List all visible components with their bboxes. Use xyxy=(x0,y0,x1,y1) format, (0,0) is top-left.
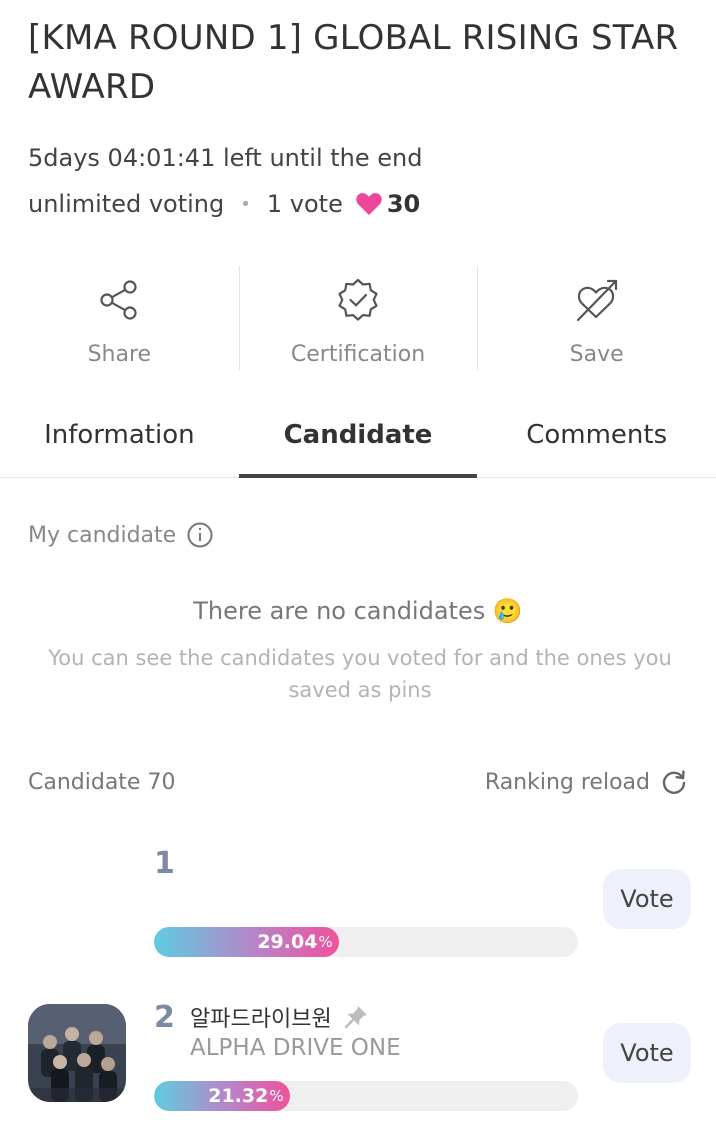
ranking-reload-label: Ranking reload xyxy=(484,769,650,795)
candidate-name-korean-row: 알파드라이브원 xyxy=(190,1001,370,1033)
candidate-name-korean: 알파드라이브원 xyxy=(190,1007,332,1032)
time-left: 5days 04:01:41 left until the end xyxy=(28,144,423,172)
my-candidate-header: My candidate xyxy=(28,521,214,549)
separator-dot: • xyxy=(240,193,251,215)
event-title: [KMA ROUND 1] GLOBAL RISING STAR AWARD xyxy=(28,18,679,107)
candidate-rank: 2 xyxy=(154,1000,175,1035)
candidate-avatar[interactable] xyxy=(28,1004,126,1102)
empty-state-description: You can see the candidates you voted for… xyxy=(48,646,672,702)
candidate-name-english: ALPHA DRIVE ONE xyxy=(190,1035,401,1061)
share-label: Share xyxy=(87,342,152,367)
percent-sign: % xyxy=(269,1087,284,1105)
percent-sign: % xyxy=(318,933,333,951)
action-bar: Share Certification Save xyxy=(0,266,716,372)
vote-progress-fill: 21.32% xyxy=(154,1081,290,1111)
vote-percent: 21.32 xyxy=(208,1085,269,1107)
vote-button[interactable]: Vote xyxy=(603,869,691,929)
vote-button[interactable]: Vote xyxy=(603,1023,691,1083)
candidate-list-header: Candidate 70 Ranking reload xyxy=(28,768,688,796)
certification-button[interactable]: Certification xyxy=(238,266,478,372)
voting-mode: unlimited voting xyxy=(28,190,225,218)
vote-progress-fill: 29.04% xyxy=(154,927,339,957)
heart-icon xyxy=(355,192,383,216)
vote-percent: 29.04 xyxy=(257,931,318,953)
heart-count: 30 xyxy=(386,190,421,218)
vote-progress-bar: 29.04% xyxy=(154,927,578,957)
save-button[interactable]: Save xyxy=(477,266,716,372)
vote-meta: unlimited voting • 1 vote 30 xyxy=(28,190,420,218)
ranking-reload-button[interactable]: Ranking reload xyxy=(485,768,688,796)
heart-arrow-icon xyxy=(572,276,622,324)
tab-information[interactable]: Information xyxy=(0,398,239,477)
share-icon xyxy=(97,276,141,324)
tab-candidate[interactable]: Candidate xyxy=(238,398,478,478)
tab-comments[interactable]: Comments xyxy=(477,398,716,477)
info-icon[interactable] xyxy=(186,521,214,549)
vote-rule: 1 vote xyxy=(266,190,343,218)
reload-icon xyxy=(660,768,688,796)
pin-icon[interactable] xyxy=(342,1003,370,1031)
vote-progress-bar: 21.32% xyxy=(154,1081,578,1111)
candidate-rank: 1 xyxy=(154,846,175,881)
save-label: Save xyxy=(569,342,624,367)
my-candidate-label: My candidate xyxy=(28,522,177,548)
tab-bar: Information Candidate Comments xyxy=(0,398,716,478)
empty-state-title: There are no candidates 🥲 xyxy=(193,597,523,625)
candidate-count: Candidate 70 xyxy=(28,769,176,795)
certification-badge-icon xyxy=(335,276,381,324)
certification-label: Certification xyxy=(290,342,426,367)
share-button[interactable]: Share xyxy=(0,266,239,372)
